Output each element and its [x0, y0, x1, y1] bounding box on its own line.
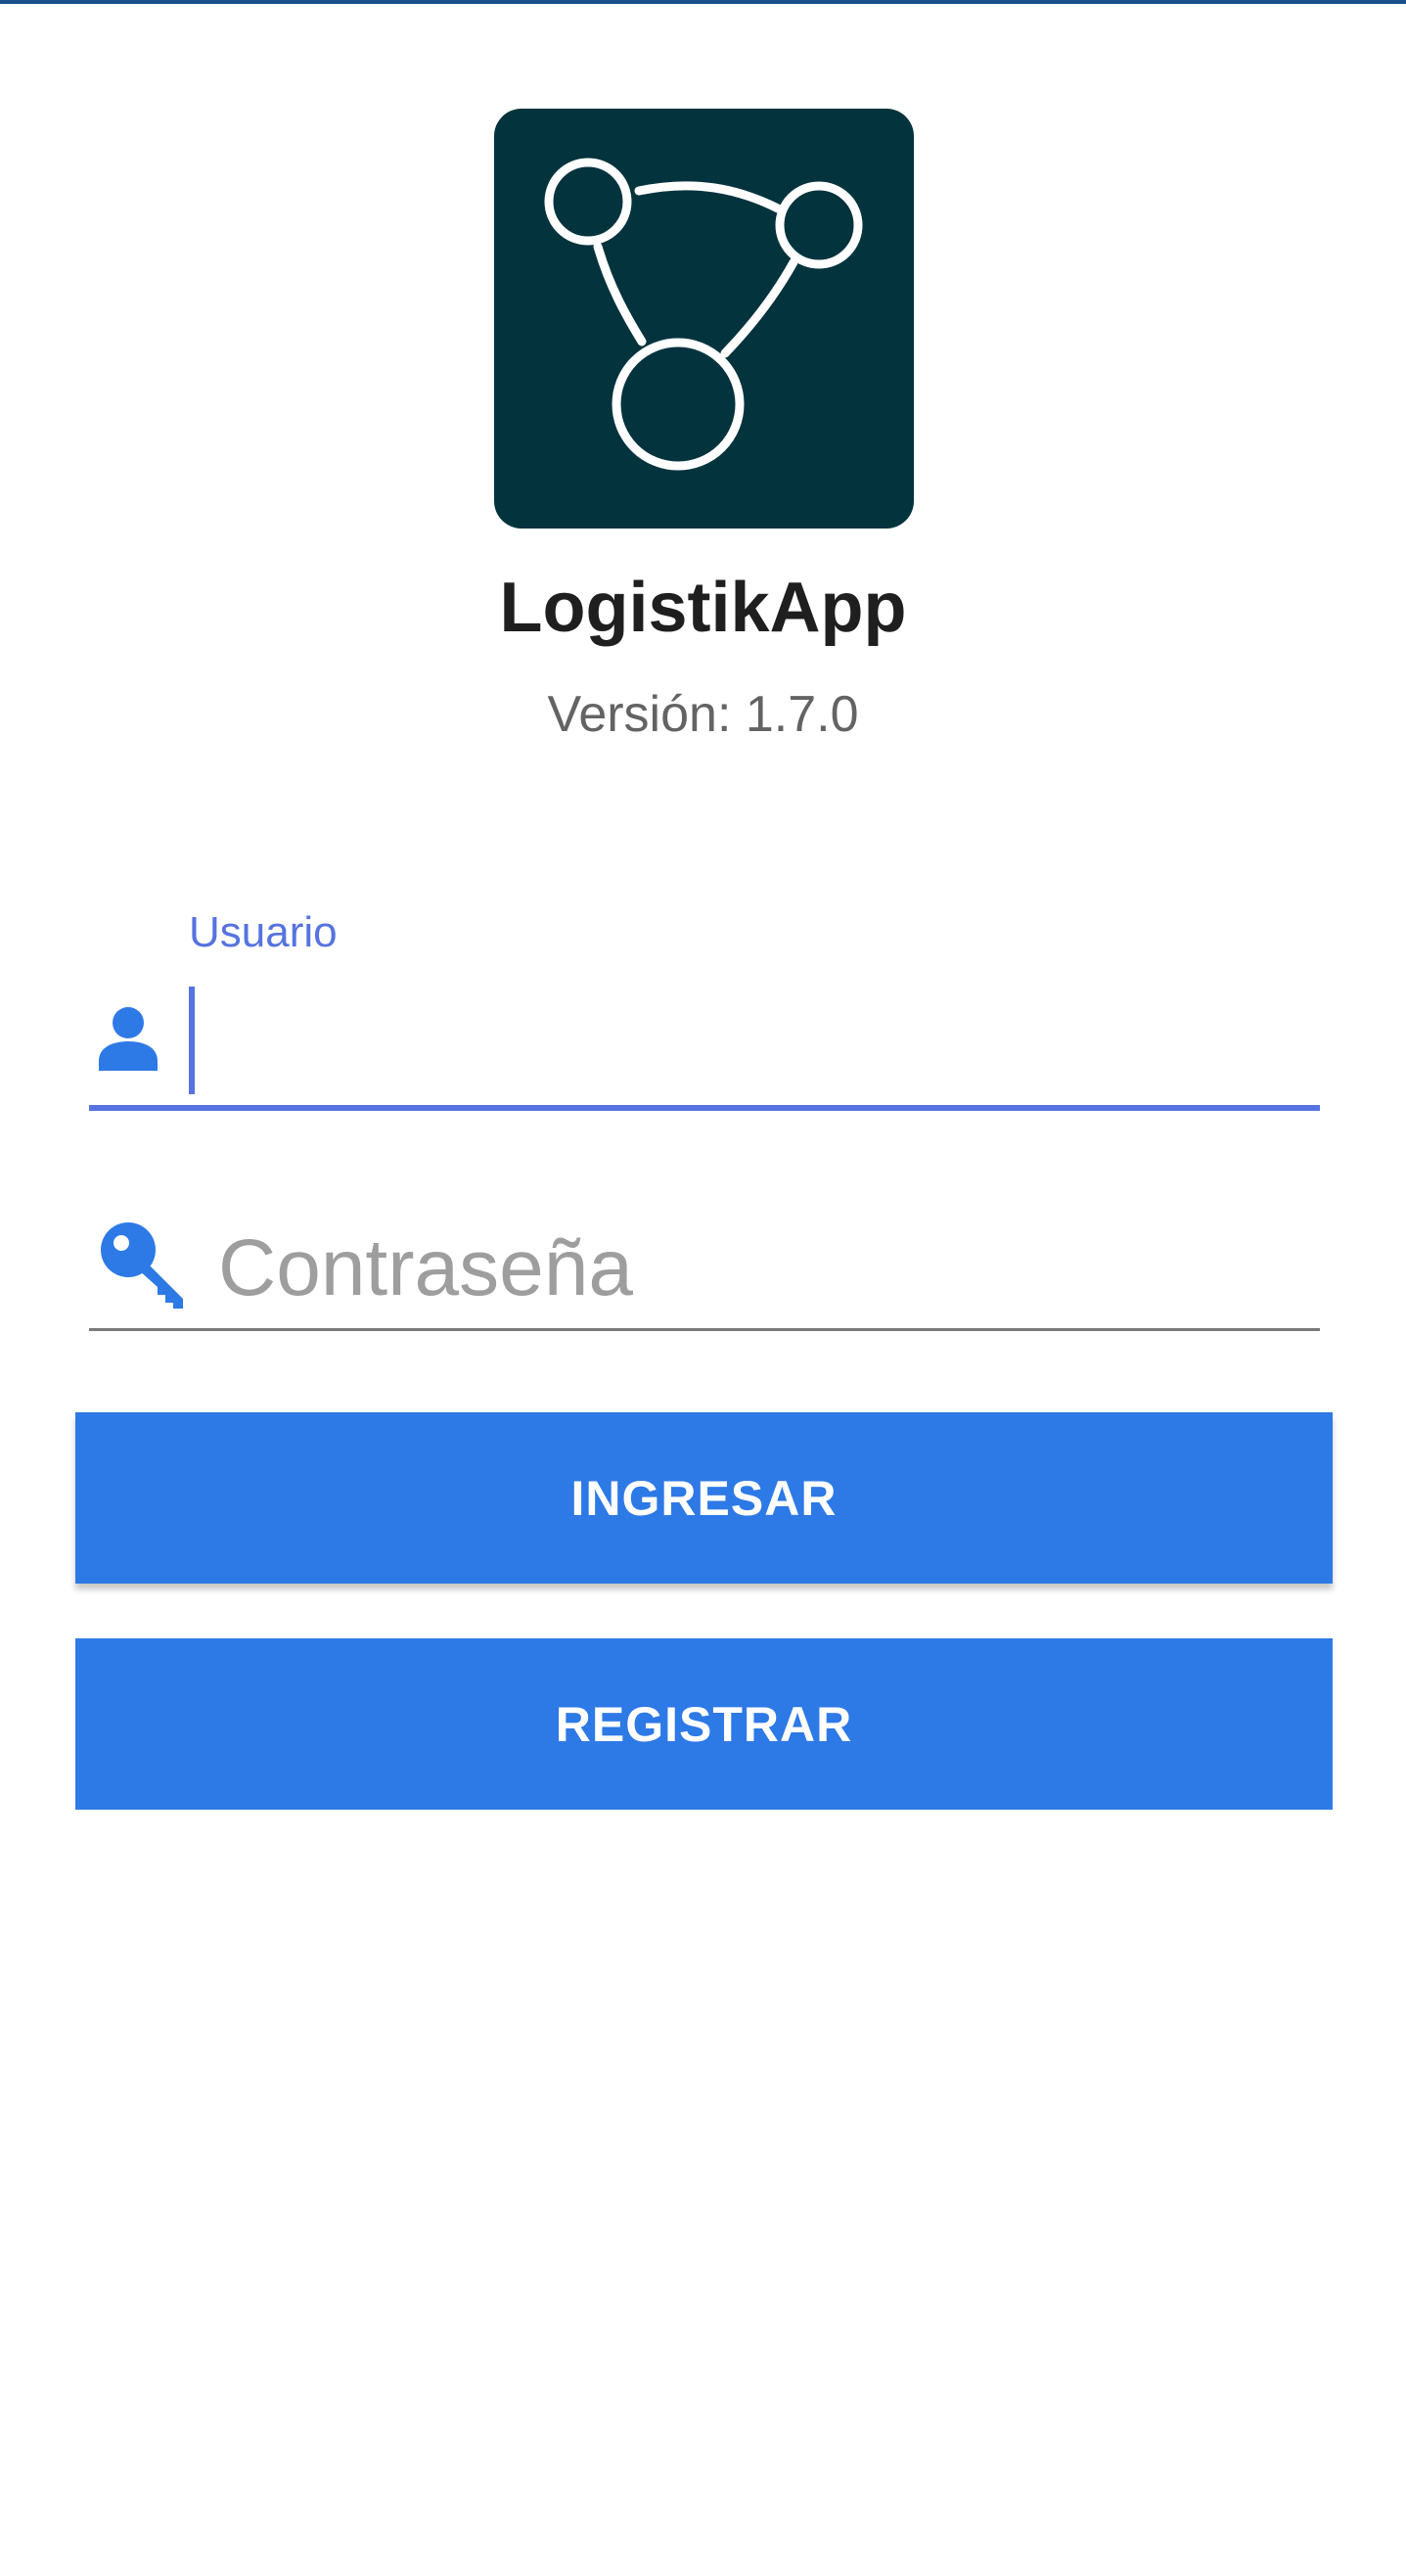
- network-nodes-icon: [544, 158, 863, 471]
- app-logo: [494, 109, 914, 529]
- password-field[interactable]: [89, 1199, 1320, 1331]
- version-value: 1.7.0: [745, 686, 859, 743]
- app-version: Versión: 1.7.0: [0, 685, 1406, 744]
- version-label: Versión:: [547, 686, 732, 743]
- status-bar-divider: [0, 0, 1406, 4]
- register-button[interactable]: REGISTRAR: [75, 1638, 1333, 1810]
- username-underline: [89, 1105, 1320, 1111]
- person-icon: [99, 1007, 158, 1071]
- login-button[interactable]: INGRESAR: [75, 1412, 1333, 1584]
- username-field[interactable]: Usuario: [89, 900, 1320, 1111]
- username-input[interactable]: [216, 989, 1306, 1098]
- username-label: Usuario: [189, 908, 338, 956]
- app-title: LogistikApp: [499, 569, 907, 647]
- key-icon: [101, 1222, 183, 1309]
- text-cursor: [189, 987, 195, 1094]
- password-underline: [89, 1328, 1320, 1331]
- password-input[interactable]: [216, 1219, 1306, 1318]
